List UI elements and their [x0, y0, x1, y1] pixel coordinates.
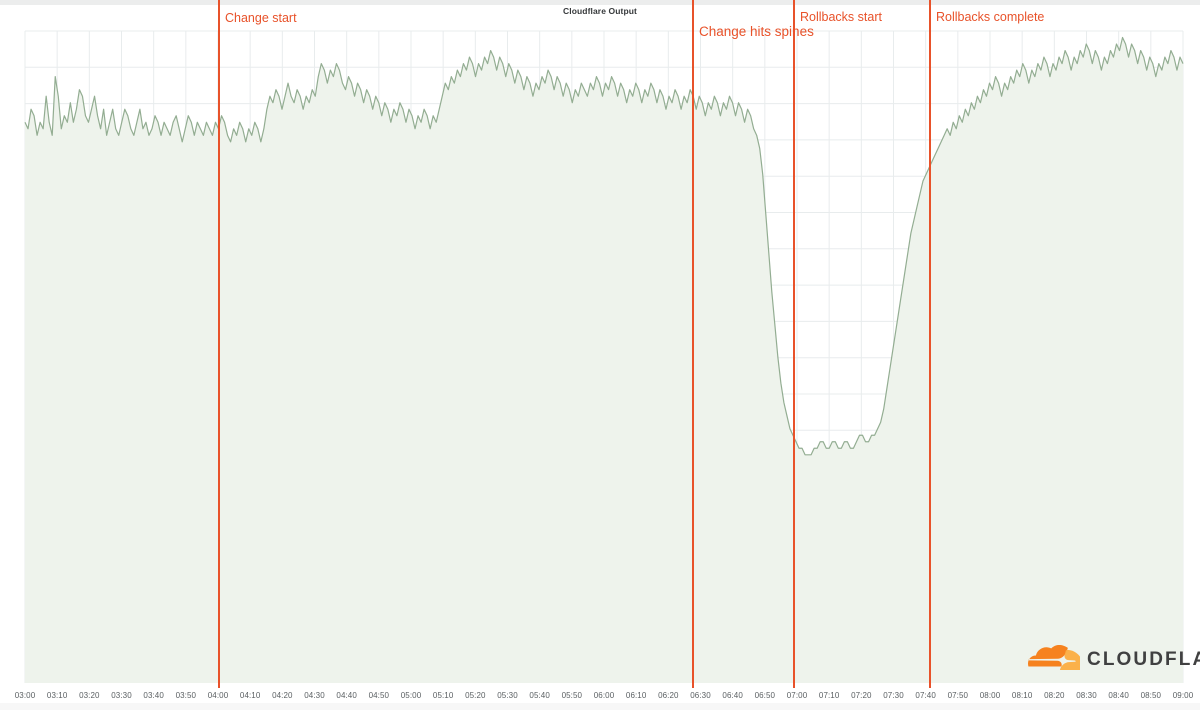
x-tick-06-50: 06:50 — [754, 691, 776, 700]
x-tick-03-00: 03:00 — [14, 691, 36, 700]
x-tick-04-50: 04:50 — [368, 691, 390, 700]
x-tick-07-30: 07:30 — [883, 691, 904, 700]
cloudflare-wordmark-text: CLOUDFLARE — [1087, 649, 1200, 670]
x-tick-05-50: 05:50 — [561, 691, 583, 700]
x-tick-04-30: 04:30 — [304, 691, 325, 700]
x-tick-07-00: 07:00 — [786, 691, 808, 700]
annotation-label-change-start: Change start — [225, 11, 297, 25]
x-tick-08-10: 08:10 — [1011, 691, 1033, 700]
x-tick-07-10: 07:10 — [818, 691, 840, 700]
x-tick-04-10: 04:10 — [239, 691, 261, 700]
cloudflare-logo: CLOUDFLARE® — [1028, 645, 1200, 675]
chart-screenshot: Cloudflare Output Change start Change hit… — [0, 0, 1200, 710]
bottom-gray-band — [0, 703, 1200, 710]
x-tick-05-00: 05:00 — [400, 691, 422, 700]
x-tick-08-30: 08:30 — [1076, 691, 1097, 700]
plot-area — [0, 0, 1200, 710]
x-tick-04-40: 04:40 — [336, 691, 357, 700]
x-tick-08-20: 08:20 — [1044, 691, 1065, 700]
x-tick-03-10: 03:10 — [46, 691, 68, 700]
x-tick-03-20: 03:20 — [79, 691, 100, 700]
timeseries-chart — [24, 0, 1184, 688]
x-tick-03-50: 03:50 — [175, 691, 197, 700]
annotation-label-rollbacks-complete: Rollbacks complete — [936, 10, 1045, 24]
x-tick-05-20: 05:20 — [465, 691, 486, 700]
x-tick-06-40: 06:40 — [722, 691, 743, 700]
x-tick-06-30: 06:30 — [690, 691, 711, 700]
series-area-fill — [25, 37, 1183, 683]
x-tick-04-20: 04:20 — [272, 691, 293, 700]
x-tick-05-10: 05:10 — [432, 691, 454, 700]
x-tick-07-50: 07:50 — [947, 691, 969, 700]
x-tick-09-00: 09:00 — [1172, 691, 1194, 700]
x-tick-08-50: 08:50 — [1140, 691, 1162, 700]
x-tick-03-30: 03:30 — [111, 691, 132, 700]
x-tick-07-20: 07:20 — [851, 691, 872, 700]
x-tick-06-20: 06:20 — [658, 691, 679, 700]
x-tick-03-40: 03:40 — [143, 691, 164, 700]
x-tick-05-30: 05:30 — [497, 691, 518, 700]
x-tick-06-00: 06:00 — [593, 691, 615, 700]
x-tick-04-00: 04:00 — [207, 691, 229, 700]
cloudflare-cloud-icon — [1028, 645, 1080, 671]
x-tick-08-40: 08:40 — [1108, 691, 1129, 700]
annotation-label-rollbacks-start: Rollbacks start — [800, 10, 882, 24]
x-tick-06-10: 06:10 — [625, 691, 647, 700]
x-tick-05-40: 05:40 — [529, 691, 550, 700]
cloudflare-wordmark: CLOUDFLARE® — [1087, 649, 1200, 671]
x-tick-08-00: 08:00 — [979, 691, 1001, 700]
annotation-label-change-hits-spines: Change hits spines — [699, 24, 814, 39]
x-tick-07-40: 07:40 — [915, 691, 936, 700]
